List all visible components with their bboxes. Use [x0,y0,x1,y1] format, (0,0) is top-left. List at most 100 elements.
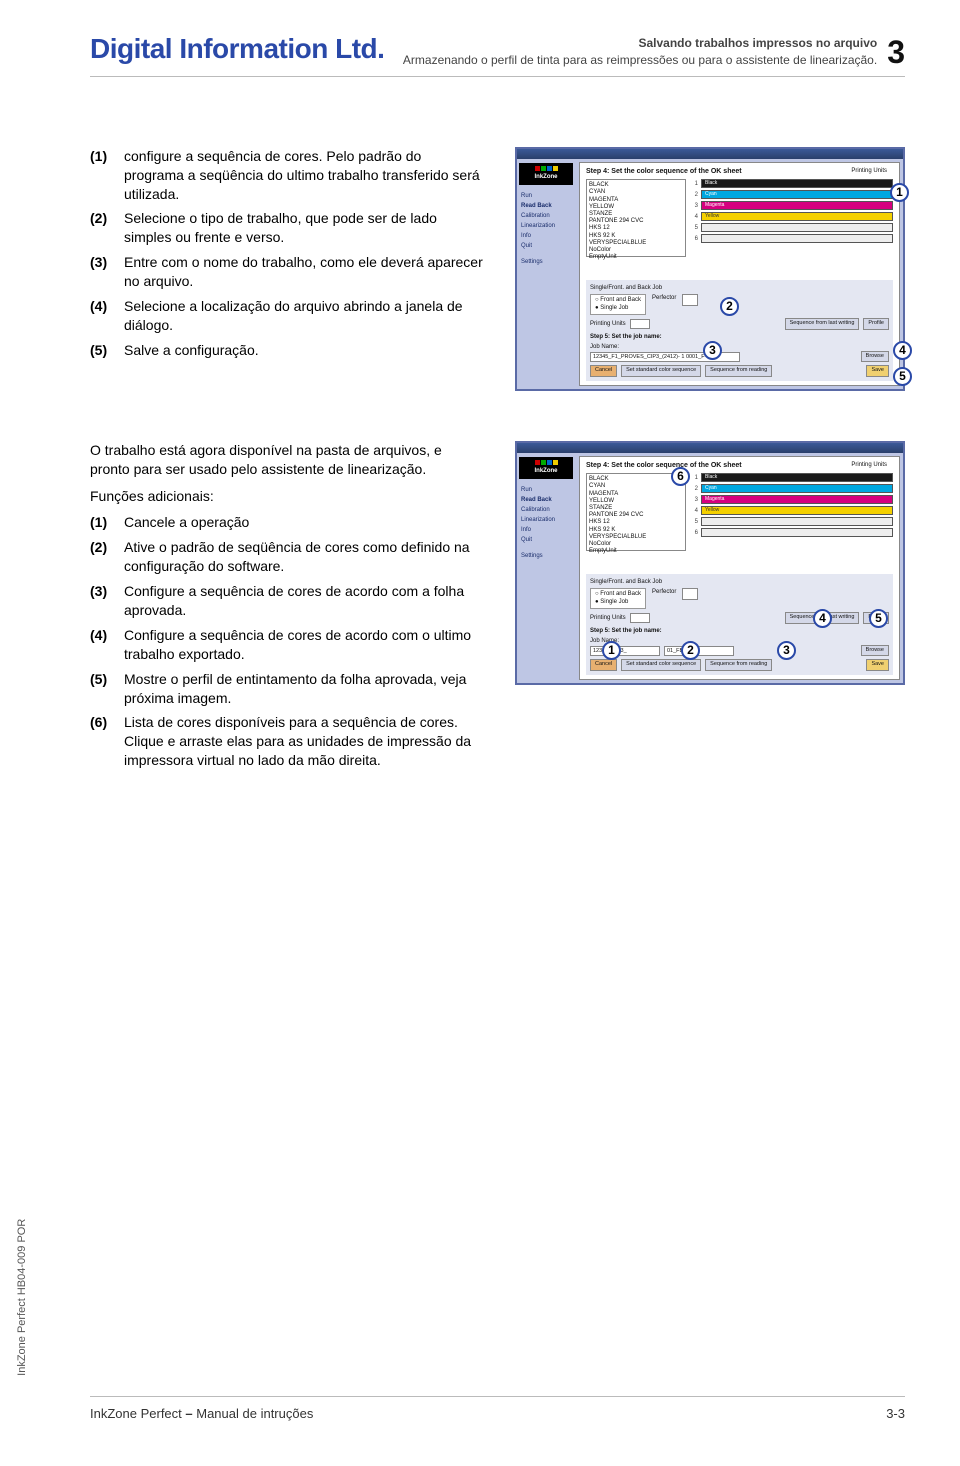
list-item: (4)Selecione a localização do arquivo ab… [90,297,485,335]
unit-swatch[interactable] [701,528,893,537]
footer-page-number: 3-3 [886,1405,905,1423]
sidebar-item[interactable]: Calibration [519,505,577,515]
sidebar-item[interactable]: Quit [519,535,577,545]
list-item: (6)Lista de cores disponíveis para a seq… [90,713,485,770]
colors-list[interactable]: BLACKCYANMAGENTAYELLOWSTANZEPANTONE 294 … [586,179,686,257]
job-type-group[interactable]: ○ Front and Back ● Single Job [590,294,646,316]
printing-units-spinner[interactable] [630,319,650,329]
step4-label: Step 4: Set the color sequence of the OK… [586,461,893,470]
unit-swatch[interactable]: Black [701,179,893,188]
sidebar-item[interactable]: Read Back [519,495,577,505]
callout: 2 [681,641,700,660]
doc-code-sidebar: InkZone Perfect HB04-009 POR [15,1219,30,1376]
unit-swatch[interactable]: Magenta [701,201,893,210]
unit-swatch[interactable]: Black [701,473,893,482]
step5-label: Step 5: Set the job name: [590,627,889,635]
sequence-reading-button[interactable]: Sequence from reading [705,659,772,670]
section-2-text: O trabalho está agora disponível na past… [90,441,485,776]
app-sidebar: InkZone Run Read Back Calibration Linear… [517,453,579,683]
callout: 5 [869,609,888,628]
page-footer: InkZone Perfect – Manual de intruções 3-… [90,1396,905,1423]
sidebar-item[interactable]: Quit [519,241,577,251]
sidebar-item[interactable]: Settings [519,551,577,561]
marker: (4) [90,297,116,335]
window-titlebar [517,149,903,159]
unit-swatch[interactable] [701,223,893,232]
list-item: (2)Selecione o tipo de trabalho, que pod… [90,209,485,247]
callout: 3 [703,341,722,360]
cancel-button[interactable]: Cancel [590,365,617,376]
printing-units: 1Black 2Cyan 3Magenta 4Yellow 5 6 [690,473,893,551]
job-type-group[interactable]: ○ Front and Back ● Single Job [590,588,646,610]
colors-list[interactable]: BLACKCYANMAGENTAYELLOWSTANZEPANTONE 294 … [586,473,686,551]
section-1: (1)configure a sequência de cores. Pelo … [90,147,905,391]
chapter-number: 3 [887,36,905,68]
list-item: (3)Configure a sequência de cores de aco… [90,582,485,620]
screenshot-1: InkZone Run Read Back Calibration Linear… [515,147,905,391]
list-item: (1)configure a sequência de cores. Pelo … [90,147,485,204]
callout: 2 [720,297,739,316]
perfector-spinner[interactable] [682,294,698,306]
list-item: (3)Entre com o nome do trabalho, como el… [90,253,485,291]
sequence-last-button[interactable]: Sequence from last writing [785,318,860,329]
sidebar-item[interactable]: Run [519,191,577,201]
browse-button[interactable]: Browse [861,645,889,656]
unit-swatch[interactable] [701,234,893,243]
printing-units-label: Printing Units [851,461,887,469]
marker: (2) [90,209,116,247]
unit-swatch[interactable]: Cyan [701,484,893,493]
sidebar-item[interactable]: Linearization [519,515,577,525]
set-standard-button[interactable]: Set standard color sequence [621,659,701,670]
step4-label: Step 4: Set the color sequence of the OK… [586,167,893,176]
section-2: O trabalho está agora disponível na past… [90,441,905,776]
app-sidebar: InkZone Run Read Back Calibration Linear… [517,159,579,389]
screenshot-2: InkZone Run Read Back Calibration Linear… [515,441,905,685]
unit-swatch[interactable]: Yellow [701,212,893,221]
jobname-input[interactable]: 12345_CIP3_ [590,646,660,656]
list-item: (1)Cancele a operação [90,513,485,532]
steps-list-2: (1)Cancele a operação (2)Ative o padrão … [90,513,485,770]
steps-list-1: (1)configure a sequência de cores. Pelo … [90,147,485,360]
header-subtitle: Armazenando o perfil de tinta para as re… [403,52,877,68]
list-item: (2)Ative o padrão de seqüência de cores … [90,538,485,576]
perfector-spinner[interactable] [682,588,698,600]
profile-button[interactable]: Profile [863,318,889,329]
callout: 1 [602,641,621,660]
callout: 1 [890,183,909,202]
printing-units-spinner[interactable] [630,613,650,623]
figure-1: InkZone Run Read Back Calibration Linear… [515,147,905,391]
sidebar-item[interactable]: Run [519,485,577,495]
unit-swatch[interactable]: Magenta [701,495,893,504]
callout: 4 [813,609,832,628]
section-2-funcs-label: Funções adicionais: [90,487,485,506]
unit-swatch[interactable] [701,517,893,526]
callout: 6 [671,467,690,486]
printing-units-label: Printing Units [851,167,887,175]
callout: 3 [777,641,796,660]
set-standard-button[interactable]: Set standard color sequence [621,365,701,376]
unit-swatch[interactable]: Cyan [701,190,893,199]
list-item: (4)Configure a sequência de cores de aco… [90,626,485,664]
sidebar-item[interactable]: Read Back [519,201,577,211]
sidebar-item[interactable]: Info [519,525,577,535]
marker: (3) [90,253,116,291]
save-button[interactable]: Save [866,365,889,376]
sidebar-item[interactable]: Linearization [519,221,577,231]
list-item: (5)Salve a configuração. [90,341,485,360]
inkzone-logo: InkZone [519,457,573,479]
sequence-reading-button[interactable]: Sequence from reading [705,365,772,376]
sidebar-item[interactable]: Info [519,231,577,241]
header-right: Salvando trabalhos impressos no arquivo … [403,35,905,67]
save-button[interactable]: Save [866,659,889,670]
callout: 5 [893,367,912,386]
cancel-button[interactable]: Cancel [590,659,617,670]
browse-button[interactable]: Browse [861,351,889,362]
company-logo: Digital Information Ltd. [90,30,384,68]
sidebar-item[interactable]: Settings [519,257,577,267]
unit-swatch[interactable]: Yellow [701,506,893,515]
callout: 4 [893,341,912,360]
marker: (1) [90,147,116,204]
figure-2: InkZone Run Read Back Calibration Linear… [515,441,905,685]
sidebar-item[interactable]: Calibration [519,211,577,221]
step5-label: Step 5: Set the job name: [590,333,889,341]
